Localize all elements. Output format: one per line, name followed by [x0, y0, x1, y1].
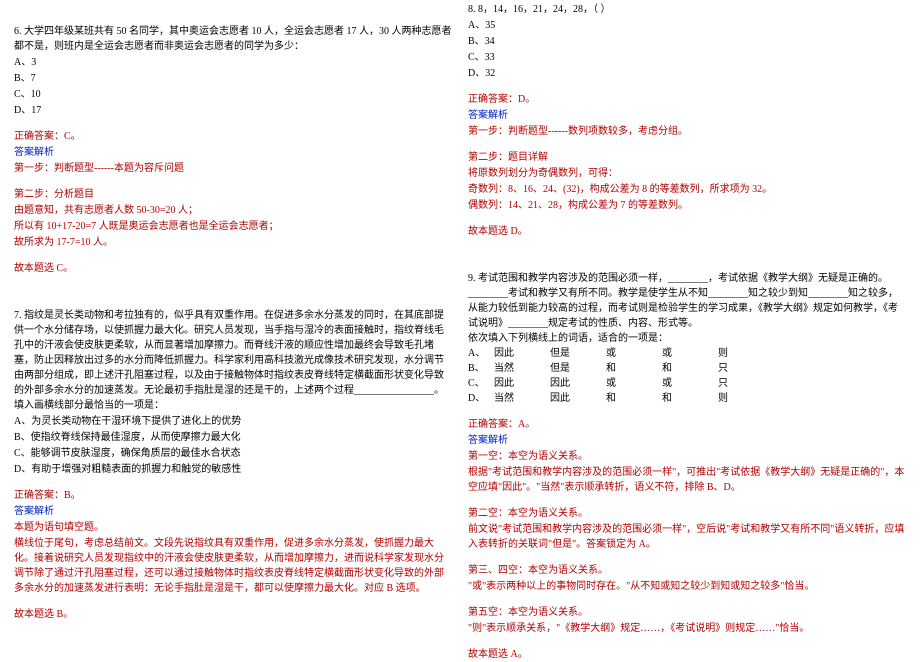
q9-sec4h: 第五空：本空为语义关系。: [468, 605, 906, 620]
q9-opt-c: C、因此因此或或只: [468, 376, 906, 391]
q8-opt-b: B、34: [468, 34, 906, 49]
q7-final: 故本题选 B。: [14, 607, 452, 622]
q8-exp-header: 答案解析: [468, 108, 906, 123]
q6-step1: 第一步：判断题型------本题为容斥问题: [14, 161, 452, 176]
q9-correct: 正确答案：A。: [468, 417, 906, 432]
q8-opt-a: A、35: [468, 18, 906, 33]
q8-step1: 第一步：判断题型------数列项数较多，考虑分组。: [468, 124, 906, 139]
q9-sec3h: 第三、四空：本空为语义关系。: [468, 563, 906, 578]
question-6: 6. 大学四年级某班共有 50 名同学，其中奥运会志愿者 10 人，全运会志愿者…: [14, 24, 452, 276]
q9-sec4: "则"表示顺承关系，"《教学大纲》规定……，《考试说明》则规定……"恰当。: [468, 621, 906, 636]
q7-opt-d: D、有助于增强对粗糙表面的抓握力和触觉的敏感性: [14, 462, 452, 477]
question-8: 8. 8，14，16，21，24，28，（ ） A、35 B、34 C、33 D…: [468, 2, 906, 239]
q7-correct: 正确答案：B。: [14, 488, 452, 503]
q7-exp-header: 答案解析: [14, 504, 452, 519]
q6-step2c: 故所求为 17-7=10 人。: [14, 235, 452, 250]
q7-stem: 7. 指纹是灵长类动物和考拉独有的，似乎具有双重作用。在促进多余水分蒸发的同时，…: [14, 308, 452, 398]
q9-sec1h: 第一空：本空为语义关系。: [468, 449, 906, 464]
q9-sec2: 前文说"考试范围和教学内容涉及的范围必须一样"，空后说"考试和教学又有所不同"语…: [468, 522, 906, 552]
q6-opt-d: D、17: [14, 103, 452, 118]
q7-opt-b: B、使指纹脊线保持最佳湿度，从而使摩擦力最大化: [14, 430, 452, 445]
q7-opt-c: C、能够调节皮肤湿度，确保角质层的最佳水合状态: [14, 446, 452, 461]
q9-sec2h: 第二空：本空为语义关系。: [468, 506, 906, 521]
q6-final: 故本题选 C。: [14, 261, 452, 276]
q9-final: 故本题选 A。: [468, 647, 906, 662]
q6-exp-header: 答案解析: [14, 145, 452, 160]
q6-opt-b: B、7: [14, 71, 452, 86]
q9-stem2: 依次填入下列横线上的词语，适合的一项是：: [468, 331, 906, 346]
q8-opt-d: D、32: [468, 66, 906, 81]
q7-opt-a: A、为灵长类动物在干湿环境下提供了进化上的优势: [14, 414, 452, 429]
question-9: 9. 考试范围和教学内容涉及的范围必须一样，________，考试依据《教学大纲…: [468, 271, 906, 662]
q9-sec3: "或"表示两种以上的事物同时存在。"从不知或知之较少到知或知之较多"恰当。: [468, 579, 906, 594]
question-7: 7. 指纹是灵长类动物和考拉独有的，似乎具有双重作用。在促进多余水分蒸发的同时，…: [14, 308, 452, 622]
q9-stem: 9. 考试范围和教学内容涉及的范围必须一样，________，考试依据《教学大纲…: [468, 271, 906, 331]
q8-step2a: 将原数列划分为奇偶数列，可得：: [468, 166, 906, 181]
q8-step2c: 偶数列：14、21、28，构成公差为 7 的等差数列。: [468, 198, 906, 213]
q8-correct: 正确答案：D。: [468, 92, 906, 107]
q8-step2b: 奇数列：8、16、24、(32)，构成公差为 8 的等差数列，所求项为 32。: [468, 182, 906, 197]
q6-opt-a: A、3: [14, 55, 452, 70]
q8-final: 故本题选 D。: [468, 224, 906, 239]
q6-correct: 正确答案：C。: [14, 129, 452, 144]
q9-opt-a: A、因此但是或或则: [468, 346, 906, 361]
q6-stem: 6. 大学四年级某班共有 50 名同学，其中奥运会志愿者 10 人，全运会志愿者…: [14, 24, 452, 54]
q9-opt-d: D、当然因此和和则: [468, 391, 906, 406]
q7-tag: 本题为语句填空题。: [14, 520, 452, 535]
q7-exp1: 横线位于尾句，考虑总结前文。文段先说指纹具有双重作用，促进多余水分蒸发，使抓握力…: [14, 536, 452, 596]
q6-step2a: 由题意知，共有志愿者人数 50-30=20 人；: [14, 203, 452, 218]
q9-opt-b: B、当然但是和和只: [468, 361, 906, 376]
q9-exp-header: 答案解析: [468, 433, 906, 448]
q9-sec1: 根据"考试范围和教学内容涉及的范围必须一样"，可推出"考试依据《教学大纲》无疑是…: [468, 465, 906, 495]
q8-stem: 8. 8，14，16，21，24，28，（ ）: [468, 2, 906, 17]
q6-opt-c: C、10: [14, 87, 452, 102]
q6-step2b: 所以有 10+17-20=7 人既是奥运会志愿者也是全运会志愿者；: [14, 219, 452, 234]
q8-opt-c: C、33: [468, 50, 906, 65]
q7-stem2: 填入画横线部分最恰当的一项是：: [14, 398, 452, 413]
q8-step2h: 第二步：题目详解: [468, 150, 906, 165]
q6-step2h: 第二步：分析题目: [14, 187, 452, 202]
